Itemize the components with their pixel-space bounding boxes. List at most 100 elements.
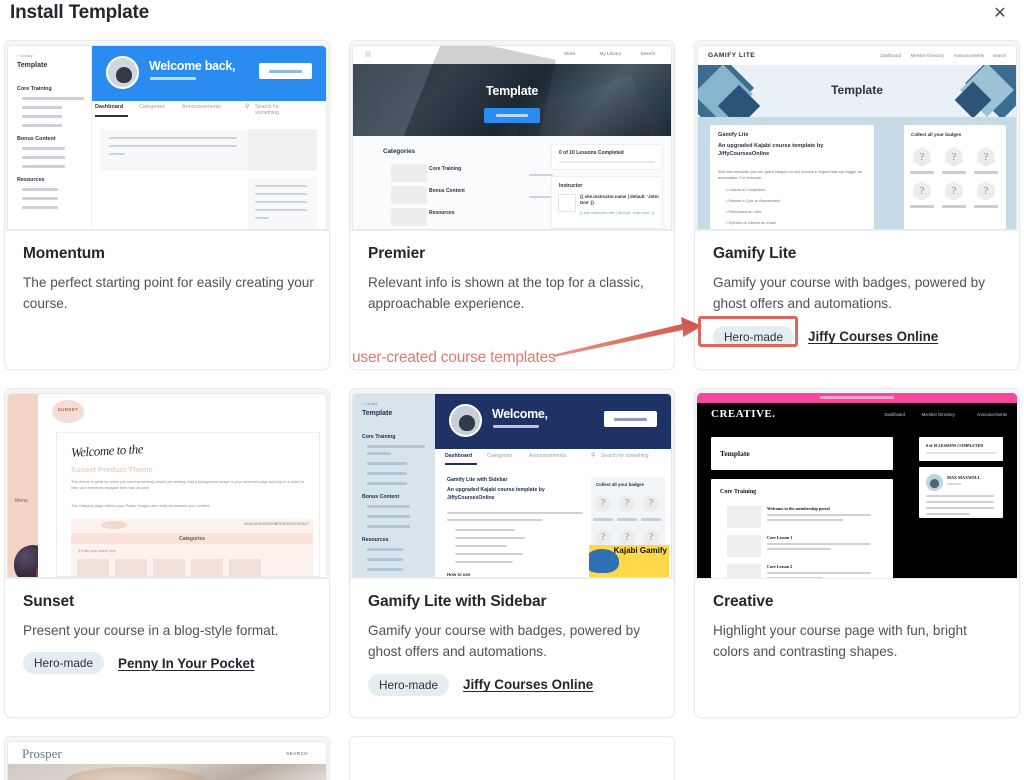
avatar — [449, 404, 482, 437]
close-icon[interactable]: ✕ — [990, 4, 1010, 24]
card-description: Gamify your course with badges, powered … — [713, 275, 986, 312]
author-link[interactable]: Penny In Your Pocket — [118, 656, 254, 671]
template-preview-prosper: Prosper SEARCH Template — [5, 737, 329, 780]
preview-nav-dashboard: Dashboard — [880, 53, 902, 58]
preview-progress: 0 of 10 Lessons Completed — [559, 150, 624, 156]
template-preview-sunset: Menu Welcome to the Sunset Product Theme… — [5, 389, 329, 579]
card-title: Premier — [368, 245, 426, 262]
preview-bullet-3: • Purchased an offer — [726, 209, 762, 214]
preview-menu-label: Menu — [15, 498, 28, 504]
preview-start-course-button — [604, 411, 657, 427]
preview-tab-announcements: Announcements — [182, 104, 221, 110]
preview-breadcrumb: < Library — [362, 401, 378, 406]
template-card-prosper[interactable]: Prosper SEARCH Template — [4, 736, 330, 780]
template-preview-gamify-lite: GAMIFY LITE Dashboard Member Directory A… — [695, 41, 1019, 231]
preview-card-body: With this template you can grant badges … — [718, 169, 863, 181]
template-grid: < Library Template Core Training Bonus C… — [4, 40, 1020, 780]
status-badge: Hero-made — [368, 673, 450, 696]
preview-sidebar-title: Template — [17, 62, 48, 69]
search-icon: ⚲ — [591, 453, 596, 459]
card-description: Present your course in a blog-style form… — [23, 623, 279, 638]
preview-search-placeholder: Search for something — [601, 453, 649, 459]
page-title: Install Template — [10, 2, 149, 23]
preview-nav-announcements: Announcements — [953, 53, 984, 58]
card-title: Creative — [713, 593, 774, 610]
preview-hero-title: Template — [831, 83, 883, 97]
preview-tab-announcements: Announcements — [529, 453, 567, 459]
badge-icon-5: ? — [945, 181, 963, 201]
preview-subheading: Sunset Product Theme — [71, 465, 153, 474]
preview-progress-card: 0 of 10 LESSONS COMPLETED — [919, 437, 1003, 461]
preview-nav-strategy: STRATEGY — [275, 522, 294, 526]
preview-section-2: Bonus Content — [362, 494, 400, 500]
card-title: Gamify Lite with Sidebar — [368, 593, 547, 610]
card-meta: Hero-made Penny In Your Pocket — [23, 652, 315, 675]
status-badge: Hero-made — [23, 652, 105, 675]
preview-start-course-button — [484, 108, 540, 123]
badge-icon-1: ? — [913, 147, 931, 167]
card-description: Gamify your course with badges, powered … — [368, 623, 641, 660]
card-meta: Hero-made Jiffy Courses Online — [368, 673, 660, 696]
template-card-momentum[interactable]: < Library Template Core Training Bonus C… — [4, 40, 330, 370]
preview-hero: Welcome back, — [92, 46, 326, 101]
template-preview-creative: CREATIVE. Dashboard Member Directory Ann… — [695, 389, 1019, 579]
card-title: Momentum — [23, 245, 105, 262]
preview-nav-library: My Library — [599, 51, 621, 56]
preview-nav-lessons: LESSONS — [260, 522, 277, 526]
preview-section-1: Core Training — [17, 86, 52, 92]
preview-nav-directory: Member Directory — [921, 412, 955, 417]
badge-icon-3: ? — [643, 495, 659, 513]
avatar — [926, 474, 943, 491]
preview-section-3: Resources — [362, 537, 389, 543]
template-card-creative[interactable]: CREATIVE. Dashboard Member Directory Ann… — [694, 388, 1020, 718]
preview-nav-announcements: Announcements — [976, 412, 1007, 417]
template-card-placeholder[interactable] — [349, 736, 675, 780]
badge-icon-2: ? — [945, 147, 963, 167]
preview-hero-title: Template — [485, 84, 539, 98]
card-description: Highlight your course page with fun, bri… — [713, 623, 967, 660]
preview-nav-modules: MODULES — [244, 522, 261, 526]
card-title: Gamify Lite — [713, 245, 797, 262]
author-link[interactable]: Jiffy Courses Online — [463, 677, 593, 692]
preview-categories-heading: Categories — [383, 148, 415, 155]
preview-category-1: Core Training — [429, 166, 462, 172]
preview-start-course-button — [259, 63, 312, 79]
template-card-sunset[interactable]: Menu Welcome to the Sunset Product Theme… — [4, 388, 330, 718]
preview-sidebar-title: Template — [362, 410, 393, 417]
author-link[interactable]: Jiffy Courses Online — [808, 329, 938, 344]
preview-category-2: Bonus Content — [429, 188, 465, 194]
preview-logo: Prosper — [22, 746, 62, 761]
template-preview-gamify-lite-sidebar: < Library Template Core Training Bonus C… — [350, 389, 674, 579]
annotation-text: user-created course templates — [352, 349, 556, 366]
card-description: Relevant info is shown at the top for a … — [368, 275, 644, 312]
preview-category-3: Resources — [429, 210, 455, 216]
preview-nav-directory: Member Directory — [910, 53, 944, 58]
preview-nav-dashboard: Dashboard — [884, 412, 906, 417]
preview-card-subtitle: An upgraded Kajabi course template by Ji… — [718, 143, 824, 158]
preview-logo: GAMIFY LITE — [708, 52, 756, 59]
template-card-gamify-lite-sidebar[interactable]: < Library Template Core Training Bonus C… — [349, 388, 675, 718]
preview-script-heading: Welcome to the — [70, 441, 144, 460]
template-preview-placeholder — [350, 737, 674, 780]
badge-icon-6: ? — [977, 181, 995, 201]
preview-hero: Template — [698, 65, 1016, 117]
preview-bullet-2: • Passed a Quiz or Assessment — [726, 198, 781, 203]
preview-brand-mark: Kajabi Gamify — [589, 545, 669, 577]
preview-badges-heading: Collect all your badges — [596, 482, 645, 487]
install-template-modal: Install Template ✕ < Library Template Co… — [0, 0, 1024, 780]
preview-hero: Welcome, — [435, 394, 671, 449]
annotation-highlight-box — [698, 316, 798, 347]
preview-search-label: SEARCH — [286, 751, 308, 756]
preview-sidebar: Menu — [8, 394, 62, 577]
preview-badges-heading: Collect all your badges — [911, 132, 962, 137]
preview-card-title: Gamify Lite with Sidebar — [447, 477, 508, 483]
preview-instructor-name: {{ site.instructor.name | default: 'John… — [580, 194, 659, 205]
preview-bullet-1: • Lesson is Completed — [726, 187, 765, 192]
badge-icon-4: ? — [913, 181, 931, 201]
preview-instructor-card: MAX MAXWELL Instructor — [919, 467, 1003, 518]
preview-badges-panel: Collect all your badges ? ? ? ? ? ? — [904, 125, 1006, 229]
preview-body-2: The Category page utilizes your Poster i… — [71, 504, 211, 508]
preview-section-3: Resources — [17, 177, 45, 183]
preview-tab-categories: Categories — [139, 104, 166, 110]
card-title: Sunset — [23, 593, 75, 610]
